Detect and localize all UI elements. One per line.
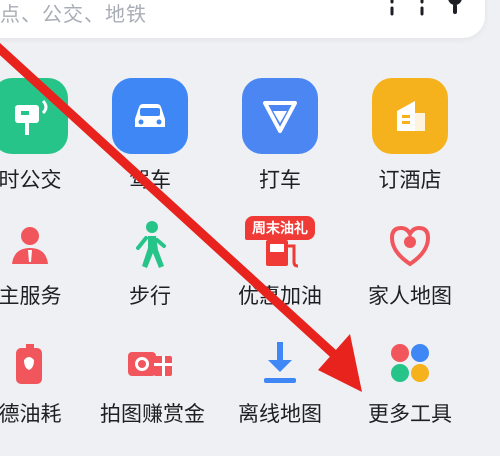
- microphone-icon[interactable]: [442, 0, 468, 16]
- grid-label: 驾车: [129, 168, 171, 192]
- grid-item-family-map[interactable]: 家人地图: [360, 218, 460, 338]
- car-icon: [112, 78, 188, 154]
- grid-item-hotel[interactable]: 订酒店: [360, 78, 460, 198]
- grid-label: 优惠加油: [238, 284, 322, 308]
- grid-item-taxi[interactable]: 打车: [230, 78, 330, 198]
- grid-label: 家人地图: [368, 284, 452, 308]
- grid-label: 离线地图: [238, 402, 322, 426]
- walking-person-icon: [136, 221, 166, 268]
- fuel-can-icon: [16, 344, 42, 384]
- camera-gift-icon: [128, 352, 172, 376]
- four-dots-icon: [391, 344, 429, 382]
- grid-item-gas[interactable]: 周末油礼 优惠加油: [230, 216, 330, 338]
- search-bar[interactable]: 点、公交、地铁: [0, 0, 485, 38]
- search-placeholder: 点、公交、地铁: [0, 2, 147, 26]
- grid-label: 更多工具: [368, 402, 452, 426]
- grid-item-drive[interactable]: 驾车: [100, 78, 200, 198]
- grid-item-owner-service[interactable]: 主服务: [0, 218, 80, 338]
- promo-badge: 周末油礼: [245, 216, 315, 240]
- grid-item-time-bus[interactable]: 时公交: [0, 78, 80, 198]
- grid-item-more-tools[interactable]: 更多工具: [360, 336, 460, 456]
- grid-label: 时公交: [0, 168, 62, 192]
- grid-item-photo-reward[interactable]: 拍图赚赏金: [100, 336, 205, 456]
- grid-item-offline-map[interactable]: 离线地图: [230, 336, 330, 456]
- grid-item-fuel-consumption[interactable]: 德油耗: [0, 336, 80, 456]
- heart-location-icon: [389, 225, 431, 267]
- grid-label: 打车: [259, 168, 301, 192]
- grid-label: 订酒店: [378, 168, 442, 192]
- scan-icon[interactable]: [390, 0, 424, 16]
- taxi-v-icon: [242, 78, 318, 154]
- grid-label: 主服务: [0, 284, 62, 308]
- bus-stop-icon: [0, 78, 68, 154]
- person-service-icon: [12, 227, 48, 264]
- grid-label: 拍图赚赏金: [100, 402, 205, 426]
- hotel-building-icon: [372, 78, 448, 154]
- download-icon: [264, 342, 296, 383]
- grid-item-walk[interactable]: 步行: [100, 218, 200, 338]
- grid-label: 德油耗: [0, 402, 62, 426]
- grid-label: 步行: [129, 284, 171, 308]
